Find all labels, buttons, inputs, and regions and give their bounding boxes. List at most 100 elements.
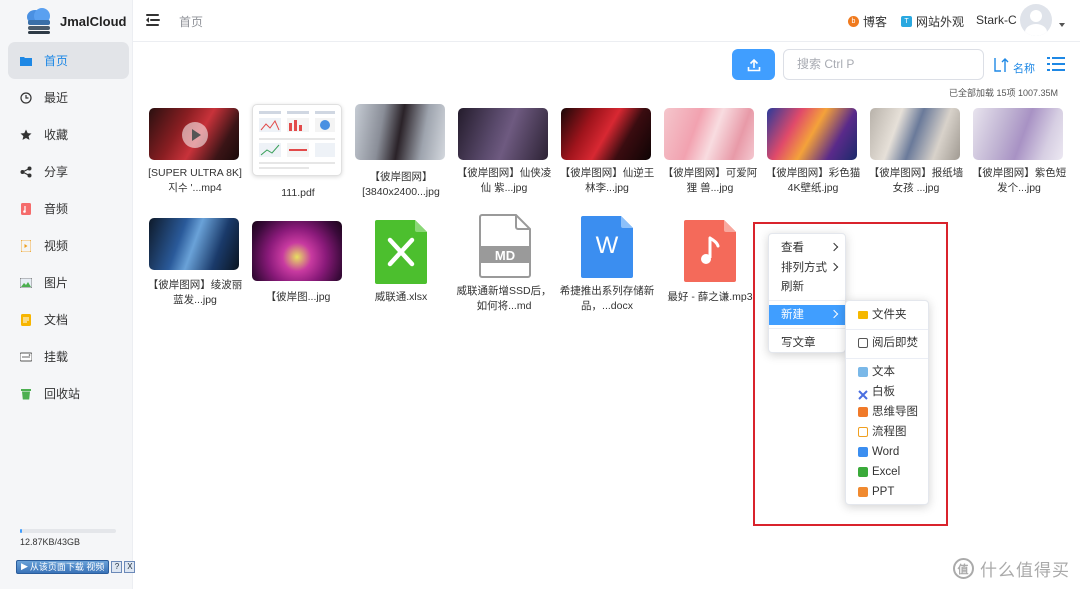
watermark-text: 什么值得买 xyxy=(980,561,1070,580)
sidebar-item-trash[interactable]: 回收站 xyxy=(8,375,129,412)
file-item[interactable]: [SUPER ULTRA 8K] 지수 '...mp4 xyxy=(145,104,242,204)
star-icon xyxy=(19,128,33,142)
image-thumbnail xyxy=(664,108,754,160)
blog-link[interactable]: b 博客 xyxy=(848,13,887,30)
blog-label: 博客 xyxy=(863,15,888,29)
new-submenu: 文件夹 阅后即焚 文本 白板 思维导图 流程图 Word Excel PPT xyxy=(845,300,929,505)
sidebar-item-label: 最近 xyxy=(44,91,69,105)
document-icon xyxy=(19,313,33,327)
download-video-label: 从该页面下载 视频 xyxy=(29,562,105,572)
new-excel-item[interactable]: Excel xyxy=(846,462,928,482)
menu-item-new[interactable]: 新建 xyxy=(769,305,845,325)
menu-item-refresh[interactable]: 刷新 xyxy=(769,277,845,297)
menu-item-write-article[interactable]: 写文章 xyxy=(769,333,845,353)
new-folder-item[interactable]: 文件夹 xyxy=(846,305,928,325)
cloud-logo-icon xyxy=(24,7,54,35)
file-item[interactable]: 【彼岸图网】[3840x2400...jpg xyxy=(351,104,447,204)
file-name: 【彼岸图网】[3840x2400...jpg xyxy=(362,171,440,198)
site-appearance-link[interactable]: T 网站外观 xyxy=(901,13,964,30)
sort-by-name-button[interactable]: 名称 xyxy=(994,54,1035,76)
avatar[interactable] xyxy=(1020,4,1052,36)
download-close-button[interactable]: X xyxy=(124,560,136,573)
image-thumbnail xyxy=(149,218,239,270)
chevron-down-icon[interactable] xyxy=(1059,23,1065,27)
search-input[interactable]: 搜索 Ctrl P xyxy=(783,49,984,80)
file-item[interactable]: 【彼岸图...jpg xyxy=(248,214,344,314)
chevron-right-icon xyxy=(829,262,839,272)
file-item[interactable]: W 希捷推出系列存储新品，...docx xyxy=(557,214,654,314)
new-whiteboard-item[interactable]: 白板 xyxy=(846,382,928,402)
menu-item-label: 刷新 xyxy=(781,281,804,293)
sidebar-item-label: 收藏 xyxy=(44,128,69,142)
list-view-icon[interactable] xyxy=(1047,56,1065,72)
shirt-icon: T xyxy=(901,16,912,27)
sidebar-item-recent[interactable]: 最近 xyxy=(8,79,129,116)
image-icon xyxy=(19,276,33,290)
upload-button[interactable] xyxy=(732,49,775,80)
sidebar-item-label: 音频 xyxy=(44,202,69,216)
sidebar-item-label: 首页 xyxy=(44,54,69,68)
file-item[interactable]: 【彼岸图网】仙侠凌仙 紫...jpg xyxy=(454,104,551,204)
text-file-icon xyxy=(858,367,868,377)
image-thumbnail xyxy=(561,108,651,160)
video-icon xyxy=(19,239,33,253)
sidebar-item-share[interactable]: 分享 xyxy=(8,153,129,190)
blog-icon: b xyxy=(848,16,859,27)
menu-item-label: 写文章 xyxy=(781,337,816,349)
brand[interactable]: JmalCloud xyxy=(24,6,126,36)
new-ppt-item[interactable]: PPT xyxy=(846,482,928,502)
sidebar-item-documents[interactable]: 文档 xyxy=(8,301,129,338)
download-video-button[interactable]: ▶ 从该页面下载 视频 xyxy=(16,559,110,574)
file-item[interactable]: 【彼岸图网】报纸墙女孩 ...jpg xyxy=(866,104,963,204)
markdown-badge: MD xyxy=(494,248,516,263)
image-thumbnail xyxy=(252,221,342,281)
audio-icon xyxy=(19,202,33,216)
new-word-item[interactable]: Word xyxy=(846,442,928,462)
file-item[interactable]: 【彼岸图网】彩色猫4K壁纸.jpg xyxy=(763,104,860,204)
sidebar-item-images[interactable]: 图片 xyxy=(8,264,129,301)
submenu-label: 文本 xyxy=(872,366,895,378)
new-burn-after-reading-item[interactable]: 阅后即焚 xyxy=(846,333,928,353)
trash-icon xyxy=(19,387,33,401)
sidebar-item-video[interactable]: 视频 xyxy=(8,227,129,264)
audio-file-icon xyxy=(684,220,736,282)
file-item[interactable]: MD 威联通新增SSD后，如何将...md xyxy=(454,214,552,314)
username[interactable]: Stark-C xyxy=(976,13,1017,27)
menu-item-sort[interactable]: 排列方式 xyxy=(769,258,845,278)
menu-divider xyxy=(769,300,845,301)
load-summary: 已全部加载 15项 1007.35M xyxy=(949,88,1059,98)
excel-icon xyxy=(858,467,868,477)
sort-label: 名称 xyxy=(1013,63,1035,75)
file-name: 【彼岸图网】报纸墙女孩 ...jpg xyxy=(868,167,964,194)
sidebar-item-home[interactable]: 首页 xyxy=(8,42,129,79)
menu-toggle-icon[interactable] xyxy=(146,13,161,27)
file-item[interactable]: 111.pdf xyxy=(248,104,344,204)
submenu-label: Excel xyxy=(872,466,901,478)
file-item[interactable]: 最好 - 薛之谦.mp3 xyxy=(660,214,756,314)
file-item[interactable]: 【彼岸图网】紫色短发个...jpg xyxy=(969,104,1066,204)
new-flowchart-item[interactable]: 流程图 xyxy=(846,422,928,442)
file-item[interactable]: 【彼岸图网】绫波丽 蓝发...jpg xyxy=(145,214,242,314)
menu-item-label: 新建 xyxy=(781,309,804,321)
new-text-item[interactable]: 文本 xyxy=(846,362,928,382)
sidebar-item-audio[interactable]: 音频 xyxy=(8,190,129,227)
sidebar-item-mount[interactable]: 挂载 xyxy=(8,338,129,375)
sidebar: JmalCloud 首页 最近 收藏 分享 音频 视频 图片 文档 挂载 回收站… xyxy=(0,0,133,589)
file-item[interactable]: 【彼岸图网】可爱阿狸 兽...jpg xyxy=(660,104,757,204)
submenu-label: 流程图 xyxy=(872,426,907,438)
storage-progress xyxy=(20,529,116,533)
menu-item-view[interactable]: 查看 xyxy=(769,238,845,258)
top-header: 首页 b 博客 T 网站外观 Stark-C xyxy=(133,0,1080,42)
menu-item-label: 查看 xyxy=(781,242,804,254)
new-mindmap-item[interactable]: 思维导图 xyxy=(846,402,928,422)
file-item[interactable]: 【彼岸图网】仙逆王林李...jpg xyxy=(557,104,654,204)
download-help-button[interactable]: ? xyxy=(111,560,123,573)
file-name: 【彼岸图网】可爱阿狸 兽...jpg xyxy=(662,167,758,194)
folder-icon xyxy=(858,311,868,319)
file-name: 【彼岸图网】仙侠凌仙 紫...jpg xyxy=(456,167,552,194)
file-item[interactable]: 威联通.xlsx xyxy=(351,214,447,314)
storage-usage-text: 12.87KB/43GB xyxy=(20,537,81,547)
video-download-bar: ▶ 从该页面下载 视频 ? X xyxy=(16,559,149,574)
breadcrumb[interactable]: 首页 xyxy=(179,13,203,30)
sidebar-item-favorites[interactable]: 收藏 xyxy=(8,116,129,153)
